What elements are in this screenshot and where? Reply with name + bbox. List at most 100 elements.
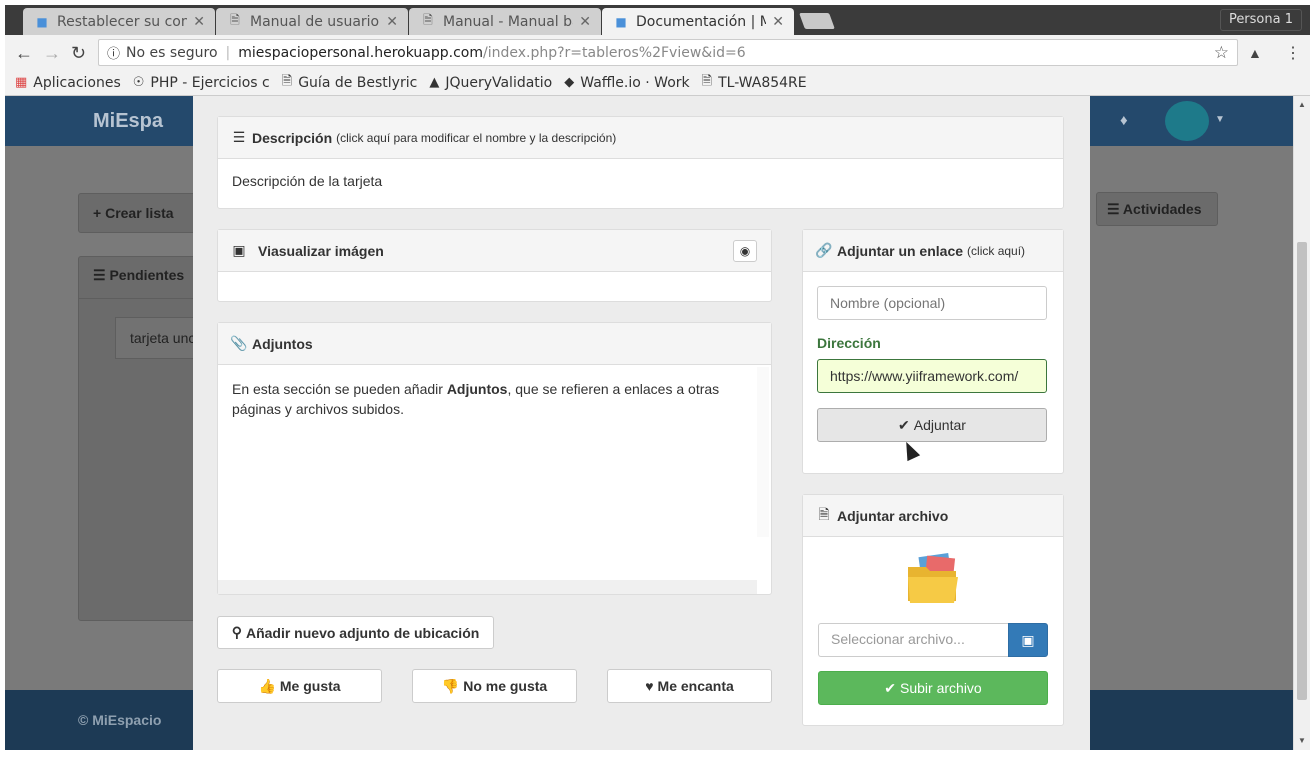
close-icon[interactable]: ✕ xyxy=(579,14,591,30)
separator: | xyxy=(225,44,231,61)
file-select-group: Seleccionar archivo... ▣ xyxy=(818,623,1063,657)
tab-title: Documentación | M xyxy=(636,13,767,30)
bookmarks-bar: ▦ Aplicaciones ☉ PHP - Ejercicios c 🗎 Gu… xyxy=(5,70,1310,96)
description-header[interactable]: ☰ Descripción (click aquí para modificar… xyxy=(218,117,1063,159)
cube-favicon: ■ xyxy=(615,14,627,29)
attach-file-heading: Adjuntar archivo xyxy=(837,507,949,524)
tab-manual-basico[interactable]: 🗎 Manual - Manual bá ✕ xyxy=(409,8,601,35)
activities-button[interactable]: ☰ Actividades xyxy=(1096,192,1218,226)
description-panel[interactable]: ☰ Descripción (click aquí para modificar… xyxy=(217,116,1064,209)
scrollbar-thumb[interactable] xyxy=(1297,242,1307,700)
page-icon: 🗎 xyxy=(281,73,293,89)
description-heading: Descripción xyxy=(252,129,333,146)
upload-file-button[interactable]: ✔ Subir archivo xyxy=(818,671,1048,705)
love-button[interactable]: ♥ Me encanta xyxy=(607,669,772,703)
bookmark-label: TL-WA854RE xyxy=(718,74,807,91)
bookmark-waffle[interactable]: ◆ Waffle.io · Work xyxy=(564,75,689,91)
attach-link-button-label: Adjuntar xyxy=(913,417,966,433)
folder-illustration xyxy=(803,551,1063,609)
attach-file-panel: 🗎 Adjuntar archivo Seleccionar archivo..… xyxy=(802,494,1064,726)
thumbs-down-icon: 👎 xyxy=(441,677,460,694)
brand-logo[interactable]: MiEspa xyxy=(93,110,163,133)
dislike-button[interactable]: 👎 No me gusta xyxy=(412,669,577,703)
avatar[interactable] xyxy=(1165,101,1209,141)
link-icon: 🔗 xyxy=(815,242,833,258)
link-name-input[interactable] xyxy=(817,286,1047,320)
cube-favicon: ■ xyxy=(36,14,48,29)
menu-dots-icon[interactable]: ⋮ xyxy=(1285,43,1301,63)
like-label: Me gusta xyxy=(279,678,341,694)
attachments-header: 📎 Adjuntos xyxy=(218,323,771,365)
reload-icon[interactable]: ↻ xyxy=(71,43,86,64)
attach-link-header[interactable]: 🔗 Adjuntar un enlace (click aquí) xyxy=(803,230,1063,272)
profile-button[interactable]: Persona 1 xyxy=(1219,9,1302,31)
bell-icon[interactable]: ♦ xyxy=(1120,112,1128,129)
eye-icon[interactable]: ◉ xyxy=(733,240,757,262)
upload-file-label: Subir archivo xyxy=(900,680,982,696)
chevron-down-icon[interactable]: ▼ xyxy=(1215,114,1225,125)
tab-documentacion[interactable]: ■ Documentación | M ✕ xyxy=(602,8,794,35)
description-body: Descripción de la tarjeta xyxy=(232,173,383,189)
tab-manual-usuario[interactable]: 🗎 Manual de usuario ✕ xyxy=(216,8,408,35)
paperclip-icon: 📎 xyxy=(230,335,248,351)
attachments-text-before: En esta sección se pueden añadir xyxy=(232,381,447,397)
tab-title: Manual de usuario xyxy=(250,13,380,30)
file-select-input[interactable]: Seleccionar archivo... xyxy=(818,623,1008,657)
page-icon: 🗎 xyxy=(701,73,713,89)
map-marker-icon: ⚲ xyxy=(231,624,242,640)
align-left-icon: ☰ xyxy=(232,129,246,145)
view-image-panel: ▣ Viasualizar imágen ◉ xyxy=(217,229,772,302)
bookmark-jquery[interactable]: ▲ JQueryValidatio xyxy=(429,75,552,91)
browser-window: ■ Restablecer su cont ✕ 🗎 Manual de usua… xyxy=(5,5,1310,750)
image-icon: ▲ xyxy=(429,75,440,90)
card-modal: ☰ Descripción (click aquí para modificar… xyxy=(193,96,1090,750)
view-image-heading: Viasualizar imágen xyxy=(258,242,384,259)
page-scrollbar[interactable]: ▲ ▼ xyxy=(1293,96,1310,750)
back-arrow-icon[interactable]: ← xyxy=(15,43,33,64)
extension-icon[interactable]: ▲ xyxy=(1248,45,1262,61)
new-tab-button[interactable] xyxy=(799,13,835,29)
attach-link-heading: Adjuntar un enlace xyxy=(837,242,964,259)
check-circle-icon: ✔ xyxy=(898,416,910,433)
page-icon: 🗎 xyxy=(423,13,433,27)
address-label: Dirección xyxy=(817,335,881,351)
picture-icon[interactable]: ▣ xyxy=(1008,623,1048,657)
tab-restablecer[interactable]: ■ Restablecer su cont ✕ xyxy=(23,8,215,35)
add-location-attachment-button[interactable]: ⚲ Añadir nuevo adjunto de ubicación xyxy=(217,616,494,649)
attachments-vertical-scrollbar[interactable] xyxy=(757,367,769,537)
bookmark-bestlyric[interactable]: 🗎 Guía de Bestlyric xyxy=(282,72,418,94)
close-icon[interactable]: ✕ xyxy=(772,14,784,30)
address-bar[interactable]: ⓘ No es seguro | miespaciopersonal.herok… xyxy=(98,39,1238,66)
bookmark-label: Waffle.io · Work xyxy=(580,74,690,91)
picture-icon: ▣ xyxy=(232,242,246,258)
love-label: Me encanta xyxy=(657,678,734,694)
bookmark-star-icon[interactable]: ☆ xyxy=(1214,43,1229,63)
check-circle-icon: ✔ xyxy=(884,679,897,696)
close-icon[interactable]: ✕ xyxy=(386,14,398,30)
bookmark-aplicaciones[interactable]: ▦ Aplicaciones xyxy=(15,75,121,91)
attachments-panel: 📎 Adjuntos En esta sección se pueden aña… xyxy=(217,322,772,595)
link-address-input[interactable] xyxy=(817,359,1047,393)
bookmark-label: Guía de Bestlyric xyxy=(298,74,418,91)
like-button[interactable]: 👍 Me gusta xyxy=(217,669,382,703)
scroll-down-icon[interactable]: ▼ xyxy=(1298,736,1306,745)
attachments-horizontal-scrollbar[interactable] xyxy=(218,580,757,594)
bookmark-tl-wa854re[interactable]: 🗎 TL-WA854RE xyxy=(702,72,807,94)
bookmark-php[interactable]: ☉ PHP - Ejercicios c xyxy=(133,75,270,91)
attach-link-hint: (click aquí) xyxy=(967,243,1026,258)
apps-grid-icon: ▦ xyxy=(15,75,28,90)
scroll-up-icon[interactable]: ▲ xyxy=(1298,100,1306,109)
attach-link-button[interactable]: ✔ Adjuntar xyxy=(817,408,1047,442)
attachments-heading: Adjuntos xyxy=(252,335,313,352)
forward-arrow-icon[interactable]: → xyxy=(43,43,61,64)
close-icon[interactable]: ✕ xyxy=(193,14,205,30)
thumbs-up-icon: 👍 xyxy=(258,677,276,694)
globe-icon: ☉ xyxy=(132,75,145,90)
bookmark-label: JQueryValidatio xyxy=(445,74,553,91)
create-list-button[interactable]: + Crear lista xyxy=(78,193,208,233)
info-icon[interactable]: ⓘ xyxy=(107,43,120,62)
dislike-label: No me gusta xyxy=(463,678,548,694)
add-location-label: Añadir nuevo adjunto de ubicación xyxy=(245,624,480,641)
view-image-header: ▣ Viasualizar imágen ◉ xyxy=(218,230,771,272)
bookmark-label: Aplicaciones xyxy=(33,74,121,91)
